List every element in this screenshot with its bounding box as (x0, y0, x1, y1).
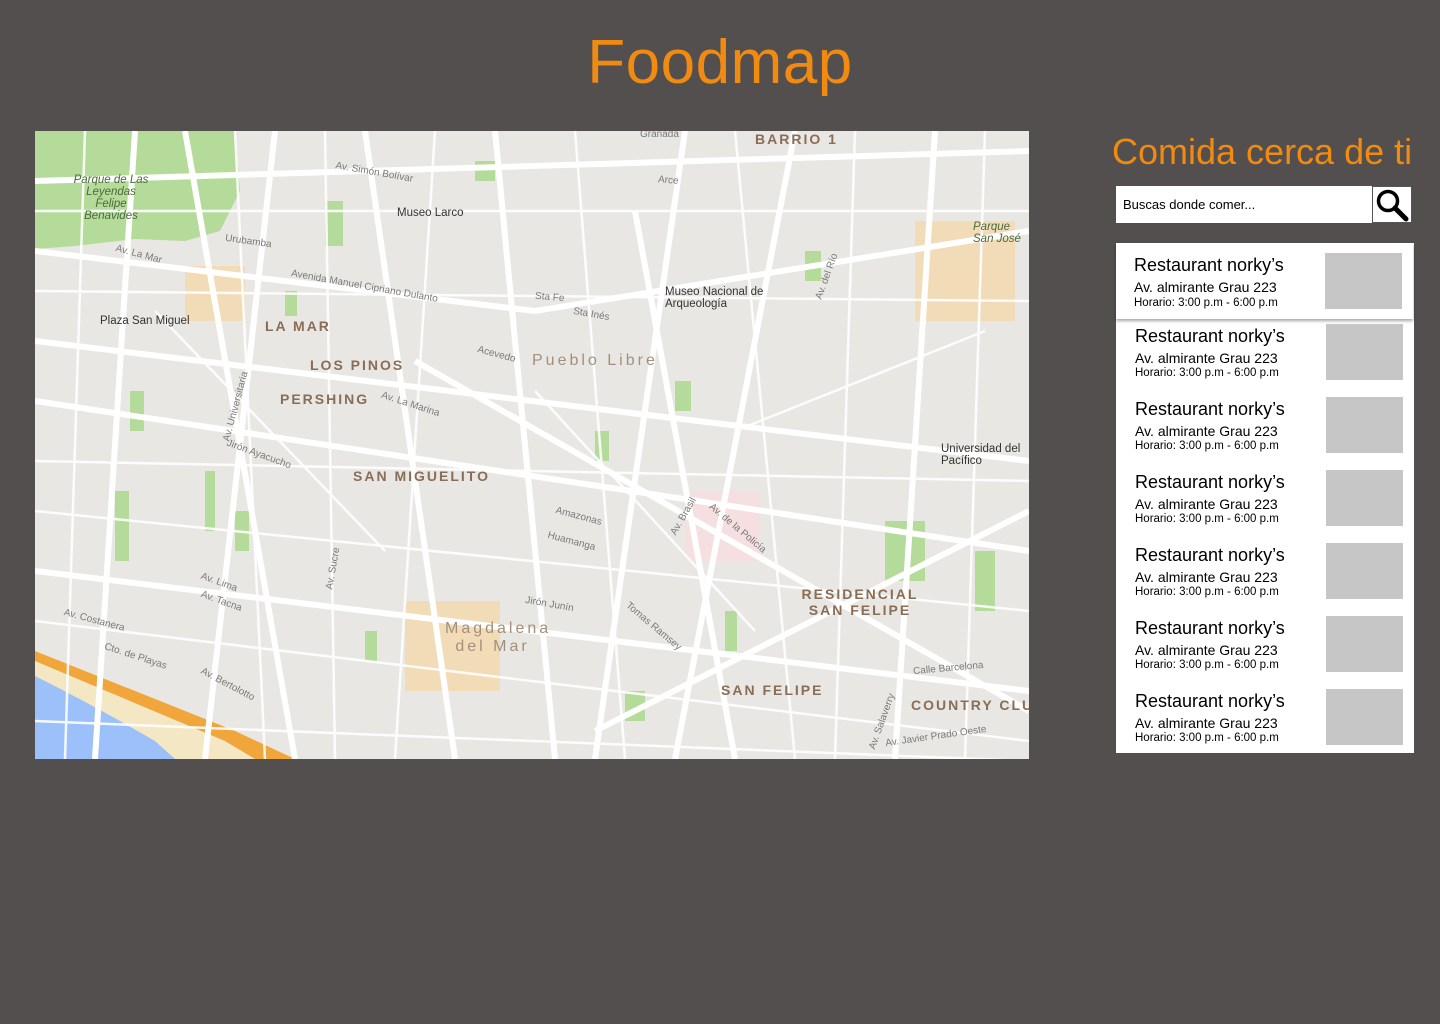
search-icon (1376, 189, 1409, 221)
map-label-los-pinos: LOS PINOS (310, 357, 405, 373)
map-label-la-mar: LA MAR (265, 318, 331, 334)
restaurant-card[interactable]: Restaurant norky’s Av. almirante Grau 22… (1116, 470, 1414, 543)
map-poi-plaza-san-miguel: Plaza San Miguel (100, 315, 190, 327)
map-street-label: Arce (657, 174, 680, 187)
restaurant-address: Av. almirante Grau 223 (1135, 423, 1278, 439)
restaurant-address: Av. almirante Grau 223 (1135, 569, 1278, 585)
restaurant-name: Restaurant norky’s (1134, 255, 1284, 275)
restaurant-hours: Horario: 3:00 p.m - 6:00 p.m (1135, 732, 1279, 744)
map-label-pueblo-libre: Pueblo Libre (532, 352, 658, 369)
map[interactable]: BARRIO 1 LA MAR LOS PINOS Pueblo Libre P… (35, 131, 1029, 759)
map-tiles (35, 131, 1029, 759)
map-poi-museo-larco: Museo Larco (397, 207, 464, 219)
restaurant-name: Restaurant norky’s (1135, 472, 1285, 492)
restaurant-name: Restaurant norky’s (1135, 545, 1285, 565)
restaurant-address: Av. almirante Grau 223 (1135, 350, 1278, 366)
restaurant-list: Restaurant norky’s Av. almirante Grau 22… (1116, 243, 1414, 753)
map-label-residencial-san-felipe: RESIDENCIAL SAN FELIPE (801, 586, 919, 618)
map-poi-parque-leyendas: Parque de Las Leyendas Felipe Benavides (73, 174, 149, 222)
restaurant-name: Restaurant norky’s (1135, 326, 1285, 346)
restaurant-card[interactable]: Restaurant norky’s Av. almirante Grau 22… (1116, 616, 1414, 689)
map-poi-museo-arqueologia: Museo Nacional de Arqueología (665, 286, 764, 310)
search-button[interactable] (1372, 186, 1412, 223)
restaurant-thumbnail (1326, 470, 1403, 526)
map-label-pershing: PERSHING (280, 391, 370, 407)
restaurant-address: Av. almirante Grau 223 (1135, 715, 1278, 731)
nearby-food-title: Comida cerca de ti (1112, 131, 1413, 172)
restaurant-hours: Horario: 3:00 p.m - 6:00 p.m (1135, 659, 1279, 671)
restaurant-card[interactable]: Restaurant norky’s Av. almirante Grau 22… (1116, 324, 1414, 397)
map-label-country-club: COUNTRY CLU (911, 697, 1029, 713)
restaurant-card[interactable]: Restaurant norky’s Av. almirante Grau 22… (1116, 243, 1413, 319)
map-label-magdalena: Magdalena del Mar (445, 620, 552, 655)
search-bar (1116, 186, 1412, 223)
restaurant-hours: Horario: 3:00 p.m - 6:00 p.m (1135, 367, 1279, 379)
restaurant-hours: Horario: 3:00 p.m - 6:00 p.m (1135, 586, 1279, 598)
map-label-san-miguelito: SAN MIGUELITO (353, 468, 490, 484)
restaurant-card[interactable]: Restaurant norky’s Av. almirante Grau 22… (1116, 543, 1414, 616)
restaurant-hours: Horario: 3:00 p.m - 6:00 p.m (1135, 440, 1279, 452)
map-poi-parque-san-jose: Parque San José (973, 221, 1021, 245)
app-title: Foodmap (587, 28, 853, 97)
restaurant-thumbnail (1326, 543, 1403, 599)
restaurant-card[interactable]: Restaurant norky’s Av. almirante Grau 22… (1116, 689, 1414, 762)
restaurant-name: Restaurant norky’s (1135, 691, 1285, 711)
restaurant-address: Av. almirante Grau 223 (1135, 642, 1278, 658)
restaurant-hours: Horario: 3:00 p.m - 6:00 p.m (1134, 297, 1278, 309)
map-street-label: Granada (640, 131, 679, 140)
restaurant-thumbnail (1326, 324, 1403, 380)
map-label-san-felipe: SAN FELIPE (721, 682, 824, 698)
map-label-barrio: BARRIO 1 (755, 131, 838, 147)
search-input[interactable] (1116, 186, 1372, 223)
restaurant-address: Av. almirante Grau 223 (1135, 496, 1278, 512)
restaurant-thumbnail (1326, 689, 1403, 745)
restaurant-hours: Horario: 3:00 p.m - 6:00 p.m (1135, 513, 1279, 525)
restaurant-name: Restaurant norky’s (1135, 618, 1285, 638)
restaurant-thumbnail (1326, 397, 1403, 453)
map-poi-universidad-pacifico: Universidad del Pacífico (941, 443, 1021, 467)
restaurant-address: Av. almirante Grau 223 (1134, 279, 1277, 295)
restaurant-thumbnail (1325, 253, 1402, 309)
restaurant-card[interactable]: Restaurant norky’s Av. almirante Grau 22… (1116, 397, 1414, 470)
restaurant-name: Restaurant norky’s (1135, 399, 1285, 419)
restaurant-thumbnail (1326, 616, 1403, 672)
